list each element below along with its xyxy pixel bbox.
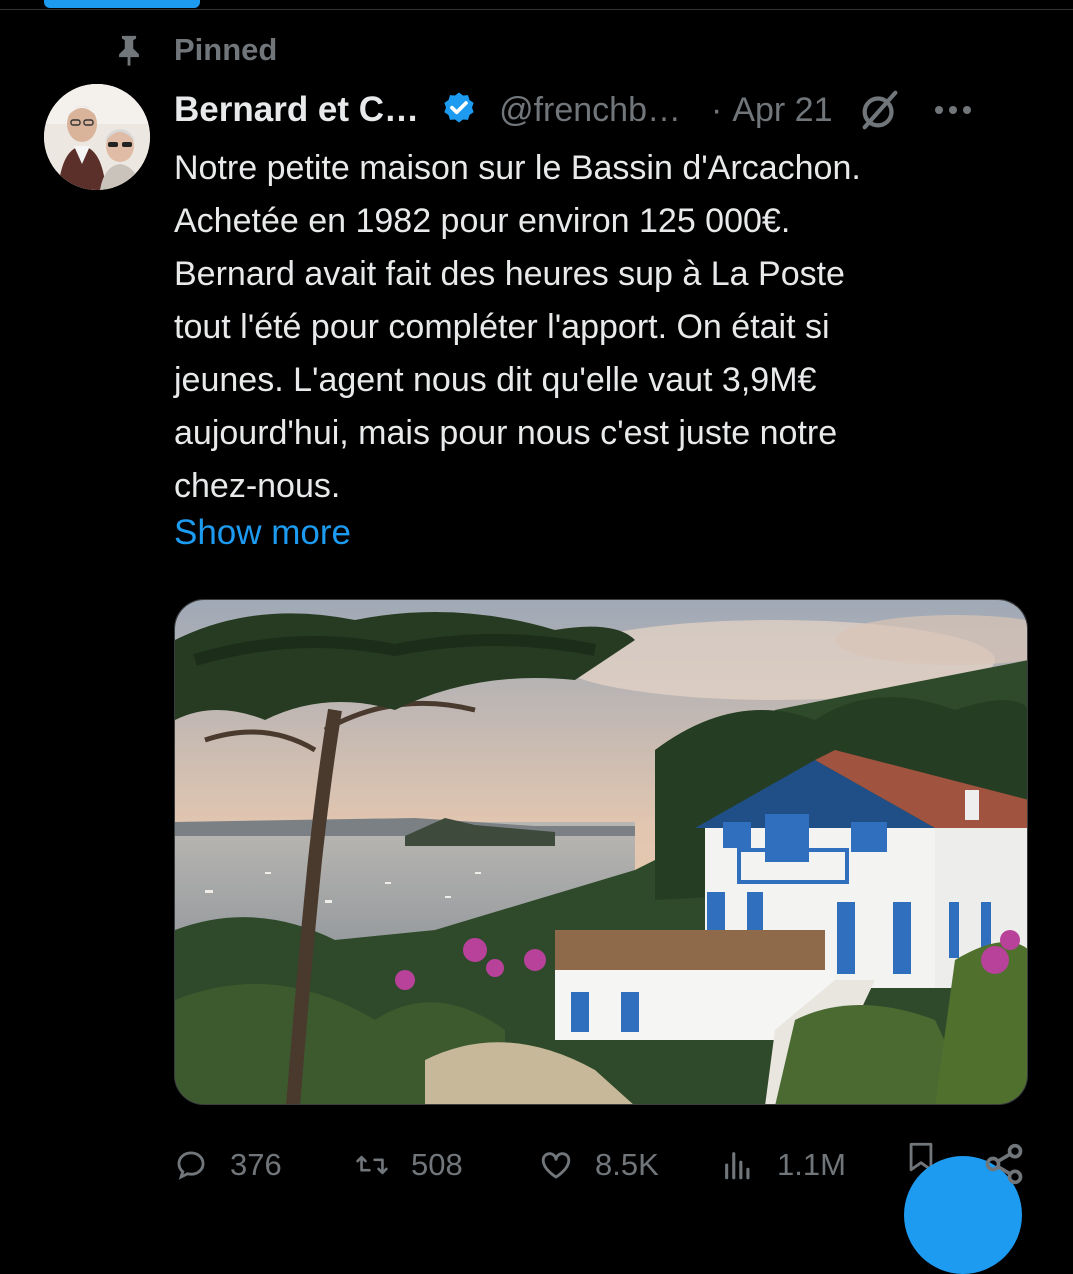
tweet-text-line: chez-nous. bbox=[174, 467, 341, 505]
separator-dot: · bbox=[710, 90, 723, 129]
handle[interactable]: @frenchb… bbox=[499, 91, 681, 130]
pin-icon bbox=[112, 33, 146, 67]
display-name[interactable]: Bernard et C… bbox=[174, 90, 419, 130]
tweet-text-line: Notre petite maison sur le Bassin d'Arca… bbox=[174, 149, 861, 187]
heart-icon bbox=[539, 1148, 573, 1182]
views-count: 1.1M bbox=[777, 1147, 846, 1182]
like-count: 8.5K bbox=[595, 1147, 659, 1182]
tweet-text-line: tout l'été pour compléter l'apport. On é… bbox=[174, 308, 830, 346]
top-divider bbox=[0, 9, 1073, 10]
show-more-link[interactable]: Show more bbox=[174, 513, 351, 553]
views-button[interactable]: 1.1M bbox=[721, 1140, 846, 1190]
active-tab-indicator bbox=[44, 0, 200, 8]
verified-badge-icon bbox=[439, 90, 479, 130]
tweet-text-line: Bernard avait fait des heures sup à La P… bbox=[174, 255, 845, 293]
share-icon[interactable] bbox=[982, 1142, 1026, 1186]
retweet-icon bbox=[355, 1148, 389, 1182]
tweet-photo[interactable] bbox=[174, 599, 1028, 1105]
grok-icon[interactable] bbox=[857, 87, 903, 133]
reply-count: 376 bbox=[230, 1147, 282, 1182]
reply-button[interactable]: 376 bbox=[174, 1140, 282, 1190]
retweet-count: 508 bbox=[411, 1147, 463, 1182]
retweet-button[interactable]: 508 bbox=[355, 1140, 463, 1190]
tweet-header: Bernard et C… @frenchb… · Apr 21 bbox=[174, 86, 1043, 134]
pinned-label: Pinned bbox=[174, 32, 278, 67]
tweet-date[interactable]: Apr 21 bbox=[732, 91, 832, 130]
pinned-indicator: Pinned bbox=[112, 30, 277, 70]
more-icon[interactable] bbox=[933, 90, 973, 130]
tweet-text-line: jeunes. L'agent nous dit qu'elle vaut 3,… bbox=[174, 361, 817, 399]
tweet-text-line: aujourd'hui, mais pour nous c'est juste … bbox=[174, 414, 838, 452]
avatar[interactable] bbox=[44, 84, 150, 190]
tweet-text: Notre petite maison sur le Bassin d'Arca… bbox=[174, 142, 1044, 513]
like-button[interactable]: 8.5K bbox=[539, 1140, 659, 1190]
reply-icon bbox=[174, 1148, 208, 1182]
tweet-text-line: Achetée en 1982 pour environ 125 000€. bbox=[174, 202, 791, 240]
views-icon bbox=[721, 1148, 755, 1182]
